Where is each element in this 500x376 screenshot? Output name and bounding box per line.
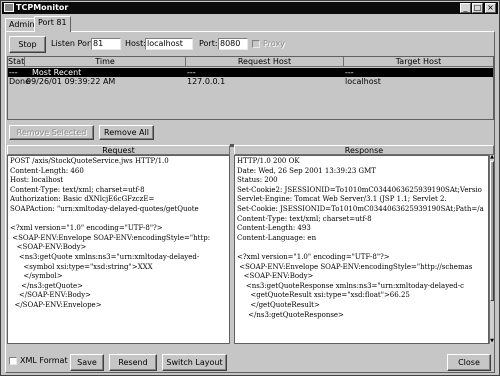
window-title: TCPMonitor bbox=[16, 3, 69, 12]
host-input[interactable]: localhost bbox=[145, 38, 193, 50]
request-line: </SOAP-ENV:Envelope> bbox=[10, 300, 102, 309]
response-line: Status: 200 bbox=[237, 176, 278, 185]
response-line: Date: Wed, 26 Sep 2001 13:39:23 GMT bbox=[237, 166, 376, 175]
remove-selected-button[interactable]: Remove Selected bbox=[9, 125, 94, 140]
minimize-button[interactable]: _ bbox=[460, 3, 471, 13]
request-line: <SOAP-ENV:Body> bbox=[10, 243, 87, 252]
cell-request-host: 127.0.0.1 bbox=[187, 77, 226, 86]
maximize-icon: □ bbox=[473, 3, 482, 12]
scroll-down-icon[interactable]: ▼ bbox=[490, 339, 494, 344]
response-line: <?xml version="1.0" encoding="UTF-8"?> bbox=[237, 252, 390, 261]
stop-button-label: Stop bbox=[18, 40, 37, 49]
proxy-label: Proxy bbox=[263, 39, 285, 48]
request-line: SOAPAction: "urn:xmltoday-delayed-quotes… bbox=[10, 204, 199, 213]
response-line: Content-Length: 493 bbox=[237, 224, 311, 233]
scrollbar-thumb[interactable] bbox=[490, 161, 494, 301]
request-line: <?xml version="1.0" encoding="UTF-8"?> bbox=[10, 224, 163, 233]
response-content: HTTP/1.0 200 OK Date: Wed, 26 Sep 2001 1… bbox=[235, 156, 488, 321]
column-header-state[interactable]: State bbox=[8, 57, 29, 67]
request-content: POST /axis/StockQuoteService.jws HTTP/1.… bbox=[8, 156, 229, 312]
request-line: </ns3:getQuote> bbox=[10, 281, 83, 290]
response-line: <SOAP-ENV:Body> bbox=[237, 272, 314, 281]
title-bar: TCPMonitor _ □ × bbox=[2, 2, 498, 14]
port-input[interactable]: 8080 bbox=[218, 38, 248, 50]
response-line: </getQuoteResult> bbox=[237, 300, 320, 309]
request-line: Host: localhost bbox=[10, 176, 64, 185]
request-text-area[interactable]: POST /axis/StockQuoteService.jws HTTP/1.… bbox=[7, 155, 230, 344]
response-line: </ns3:getQuoteResponse> bbox=[237, 310, 344, 319]
response-line: Servlet-Engine: Tomcat Web Server/3.1 (J… bbox=[237, 195, 447, 204]
request-line: <ns3:getQuote xmlns:ns3="urn:xmltoday-de… bbox=[10, 252, 200, 261]
listen-port-label: Listen Port: bbox=[51, 39, 97, 48]
host-label: Host: bbox=[125, 39, 146, 48]
response-line: Content-Type: text/xml; charset=utf-8 bbox=[237, 214, 372, 223]
proxy-checkbox[interactable] bbox=[252, 40, 260, 48]
port-label: Port: bbox=[199, 39, 218, 48]
request-line: Content-Length: 460 bbox=[10, 166, 84, 175]
request-line: Content-Type: text/xml; charset=utf-8 bbox=[10, 185, 145, 194]
column-header-request-host[interactable]: Request Host bbox=[186, 57, 344, 67]
remove-selected-label: Remove Selected bbox=[16, 128, 87, 137]
tab-label: Admin bbox=[9, 20, 35, 29]
response-line: <ns3:getQuoteResponse xmlns:ns3="urn:xml… bbox=[237, 281, 465, 290]
column-header-time[interactable]: Time bbox=[25, 57, 186, 67]
close-icon: × bbox=[487, 3, 494, 12]
request-line: <symbol xsi:type="xsd:string">XXX bbox=[10, 262, 153, 271]
response-line: Content-Language: en bbox=[237, 233, 317, 242]
cell-time: 09/26/01 09:39:22 AM bbox=[26, 77, 116, 86]
response-line: <getQuoteResult xsi:type="xsd:float">66.… bbox=[237, 291, 410, 300]
tcpmonitor-window: TCPMonitor _ □ × Admin Port 81 Stop List… bbox=[0, 0, 500, 376]
maximize-button[interactable]: □ bbox=[472, 3, 483, 13]
remove-all-label: Remove All bbox=[104, 128, 149, 137]
remove-all-button[interactable]: Remove All bbox=[99, 125, 154, 140]
switch-layout-label: Switch Layout bbox=[166, 358, 223, 367]
request-line: POST /axis/StockQuoteService.jws HTTP/1.… bbox=[10, 157, 169, 165]
stop-button[interactable]: Stop bbox=[9, 36, 46, 53]
request-line: <SOAP-ENV:Envelope SOAP-ENV:encodingStyl… bbox=[10, 233, 211, 242]
response-vertical-scrollbar[interactable]: ▲ ▼ bbox=[489, 155, 494, 344]
column-header-target-host[interactable]: Target Host bbox=[344, 57, 493, 67]
table-row[interactable]: --- Most Recent --- --- bbox=[8, 68, 493, 77]
cell-request-host: --- bbox=[187, 68, 196, 77]
cell-state: --- bbox=[9, 68, 18, 77]
scroll-up-icon[interactable]: ▲ bbox=[490, 155, 494, 160]
cell-target-host: localhost bbox=[345, 77, 381, 86]
save-button[interactable]: Save bbox=[70, 354, 104, 371]
xml-format-label: XML Format bbox=[20, 356, 68, 365]
xml-format-checkbox[interactable] bbox=[9, 357, 17, 365]
table-row[interactable]: Done 09/26/01 09:39:22 AM 127.0.0.1 loca… bbox=[8, 77, 493, 86]
request-line: </symbol> bbox=[10, 272, 63, 281]
tab-label: Port 81 bbox=[38, 18, 67, 27]
response-line: Set-Cookie2: JSESSIONID=To1010mC03440636… bbox=[237, 185, 482, 194]
app-icon bbox=[4, 3, 14, 12]
close-window-button[interactable]: × bbox=[485, 3, 496, 13]
response-line: HTTP/1.0 200 OK bbox=[237, 157, 300, 165]
save-label: Save bbox=[77, 358, 97, 367]
close-button[interactable]: Close bbox=[447, 354, 491, 371]
request-header: Request bbox=[7, 145, 230, 155]
cell-time: Most Recent bbox=[32, 68, 82, 77]
minimize-icon: _ bbox=[463, 3, 468, 12]
request-line: </SOAP-ENV:Body> bbox=[10, 291, 92, 300]
cell-target-host: --- bbox=[345, 68, 354, 77]
connections-table: State Time Request Host Target Host --- … bbox=[7, 56, 494, 120]
tab-port-81[interactable]: Port 81 bbox=[34, 16, 71, 32]
resend-button[interactable]: Resend bbox=[109, 354, 157, 371]
response-header: Response bbox=[234, 145, 494, 155]
response-line: <SOAP-ENV:Envelope SOAP-ENV:encodingStyl… bbox=[237, 262, 473, 271]
response-text-area[interactable]: HTTP/1.0 200 OK Date: Wed, 26 Sep 2001 1… bbox=[234, 155, 489, 344]
listen-port-input[interactable]: 81 bbox=[91, 38, 121, 50]
response-line: Set-Cookie: JSESSIONID=To1010mC034406362… bbox=[237, 204, 484, 213]
request-line: Authorization: Basic dXNlcjE6cGFzczE= bbox=[10, 195, 155, 204]
switch-layout-button[interactable]: Switch Layout bbox=[162, 354, 227, 371]
resend-label: Resend bbox=[118, 358, 148, 367]
close-label: Close bbox=[458, 358, 480, 367]
